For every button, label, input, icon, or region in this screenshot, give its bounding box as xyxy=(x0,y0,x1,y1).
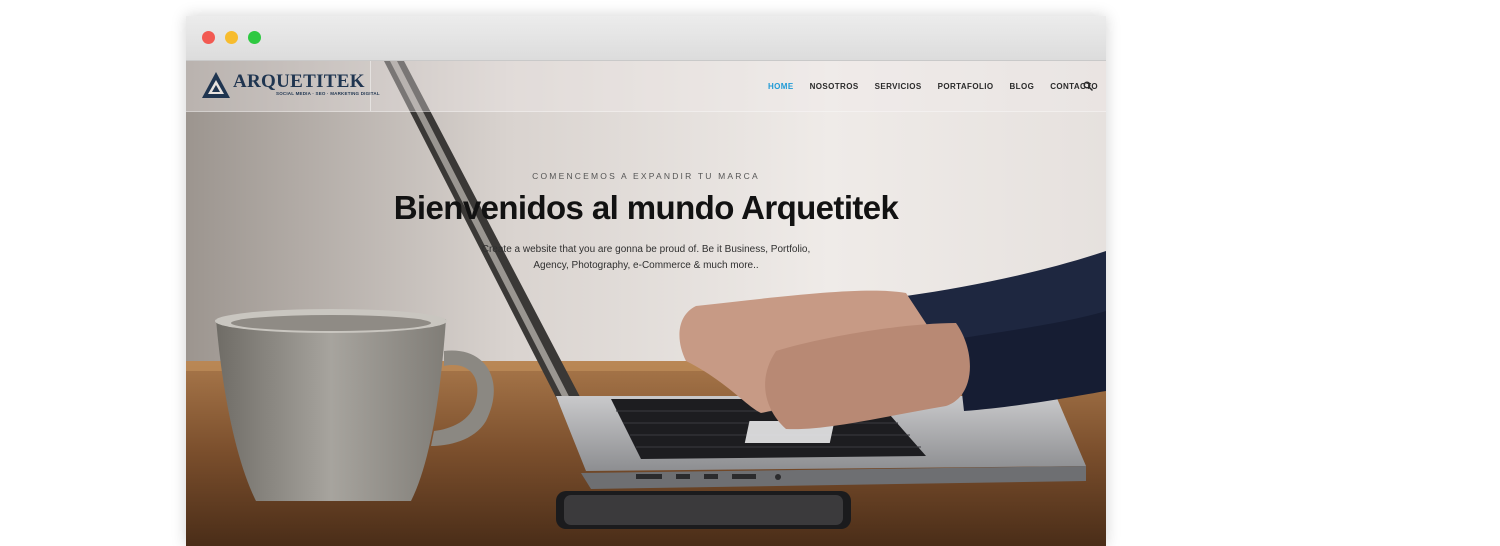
page-viewport: ARQUETITEK SOCIAL MEDIA · SEO · MARKETIN… xyxy=(186,61,1106,546)
hero-background-image xyxy=(186,61,1106,546)
window-titlebar xyxy=(186,16,1106,61)
close-window-button[interactable] xyxy=(202,31,215,44)
brand-tagline: SOCIAL MEDIA · SEO · MARKETING DIGITAL xyxy=(276,91,380,96)
nav-item-blog[interactable]: BLOG xyxy=(1009,81,1034,93)
nav-item-portafolio[interactable]: PORTAFOLIO xyxy=(938,81,994,93)
triangle-logo-icon xyxy=(202,72,230,98)
main-navigation: HOME NOSOTROS SERVICIOS PORTAFOLIO BLOG … xyxy=(768,81,1106,93)
hero-title: Bienvenidos al mundo Arquetitek xyxy=(393,189,899,226)
minimize-window-button[interactable] xyxy=(225,31,238,44)
site-header: ARQUETITEK SOCIAL MEDIA · SEO · MARKETIN… xyxy=(186,61,1106,112)
brand-name: ARQUETITEK xyxy=(233,71,365,92)
nav-item-nosotros[interactable]: NOSOTROS xyxy=(810,81,859,93)
search-icon[interactable] xyxy=(1083,81,1093,91)
hero-kicker: COMENCEMOS A EXPANDIR TU MARCA xyxy=(532,171,760,181)
nav-item-servicios[interactable]: SERVICIOS xyxy=(875,81,922,93)
nav-item-home[interactable]: HOME xyxy=(768,81,794,93)
hero-description: Create a website that you are gonna be p… xyxy=(481,244,811,271)
maximize-window-button[interactable] xyxy=(248,31,261,44)
browser-window: ARQUETITEK SOCIAL MEDIA · SEO · MARKETIN… xyxy=(186,16,1106,546)
site-logo[interactable]: ARQUETITEK SOCIAL MEDIA · SEO · MARKETIN… xyxy=(186,61,380,111)
